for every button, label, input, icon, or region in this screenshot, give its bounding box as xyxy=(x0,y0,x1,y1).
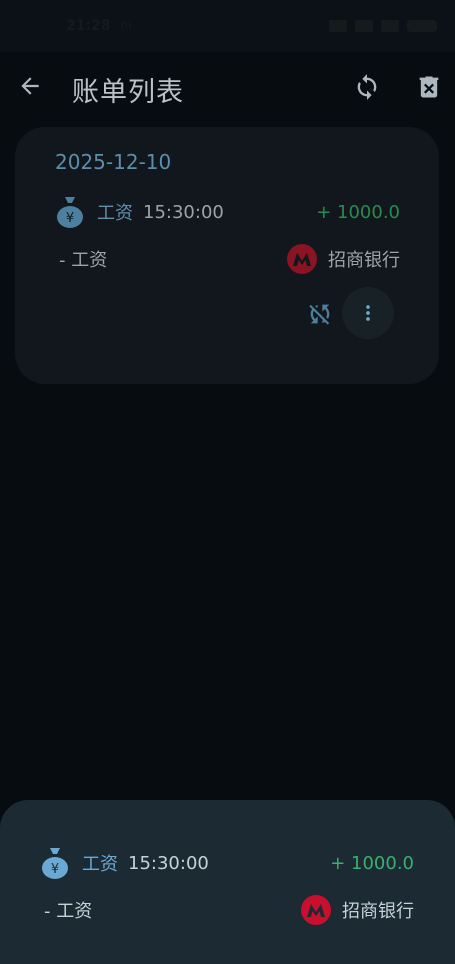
sheet-main-row: ¥ 工资 15:30:00 + 1000.0 xyxy=(40,846,414,880)
sheet-note: - 工资 xyxy=(44,901,93,922)
money-bag-icon: ¥ xyxy=(42,848,68,879)
svg-text:¥: ¥ xyxy=(51,862,59,877)
status-icons xyxy=(329,20,437,32)
bill-card[interactable]: 2025-12-10 ¥ 工资 15:30:00 + 1000.0 - 工资 招… xyxy=(15,127,439,384)
app-bar: 账单列表 xyxy=(0,52,455,124)
bill-bank: 招商银行 xyxy=(286,243,400,275)
bank-logo-icon xyxy=(301,895,331,925)
bill-detail-row: - 工资 招商银行 xyxy=(59,243,400,275)
more-vert-icon xyxy=(366,305,370,321)
bill-bank-name: 招商银行 xyxy=(328,250,400,271)
back-button[interactable] xyxy=(14,70,46,102)
status-time: 21:28 xyxy=(66,18,111,34)
sheet-time: 15:30:00 xyxy=(128,852,209,874)
delete-button[interactable] xyxy=(412,70,446,104)
status-carrier: hi xyxy=(120,19,132,33)
more-options-button[interactable] xyxy=(342,287,394,339)
bill-main-row: ¥ 工资 15:30:00 + 1000.0 xyxy=(55,195,400,229)
sync-status-button[interactable] xyxy=(303,297,337,331)
sheet-bank-name: 招商银行 xyxy=(342,901,414,922)
bill-category: 工资 xyxy=(97,203,133,224)
battery-icon xyxy=(407,20,437,32)
bill-amount: + 1000.0 xyxy=(316,201,400,223)
page-title: 账单列表 xyxy=(72,77,184,108)
bill-note: - 工资 xyxy=(59,250,108,271)
sheet-bank: 招商银行 xyxy=(300,894,414,926)
sync-disabled-icon xyxy=(309,304,330,325)
sheet-amount: + 1000.0 xyxy=(330,852,414,874)
wifi-icon xyxy=(329,20,347,32)
status-bar: 21:28 hi xyxy=(0,0,455,52)
bill-time: 15:30:00 xyxy=(143,201,224,223)
signal-icon xyxy=(381,20,399,32)
sync-icon xyxy=(357,74,377,100)
bill-date: 2025-12-10 xyxy=(55,150,172,174)
svg-text:¥: ¥ xyxy=(66,211,74,226)
back-arrow-icon xyxy=(21,77,39,95)
delete-icon xyxy=(419,76,439,98)
sheet-detail-row: - 工资 招商银行 xyxy=(44,894,414,926)
sheet-category: 工资 xyxy=(82,854,118,875)
money-bag-icon: ¥ xyxy=(57,197,83,228)
sync-button[interactable] xyxy=(350,70,384,104)
bottom-sheet[interactable]: ¥ 工资 15:30:00 + 1000.0 - 工资 招商银行 xyxy=(0,800,455,964)
bank-logo-icon xyxy=(287,244,317,274)
sim-icon xyxy=(355,20,373,32)
